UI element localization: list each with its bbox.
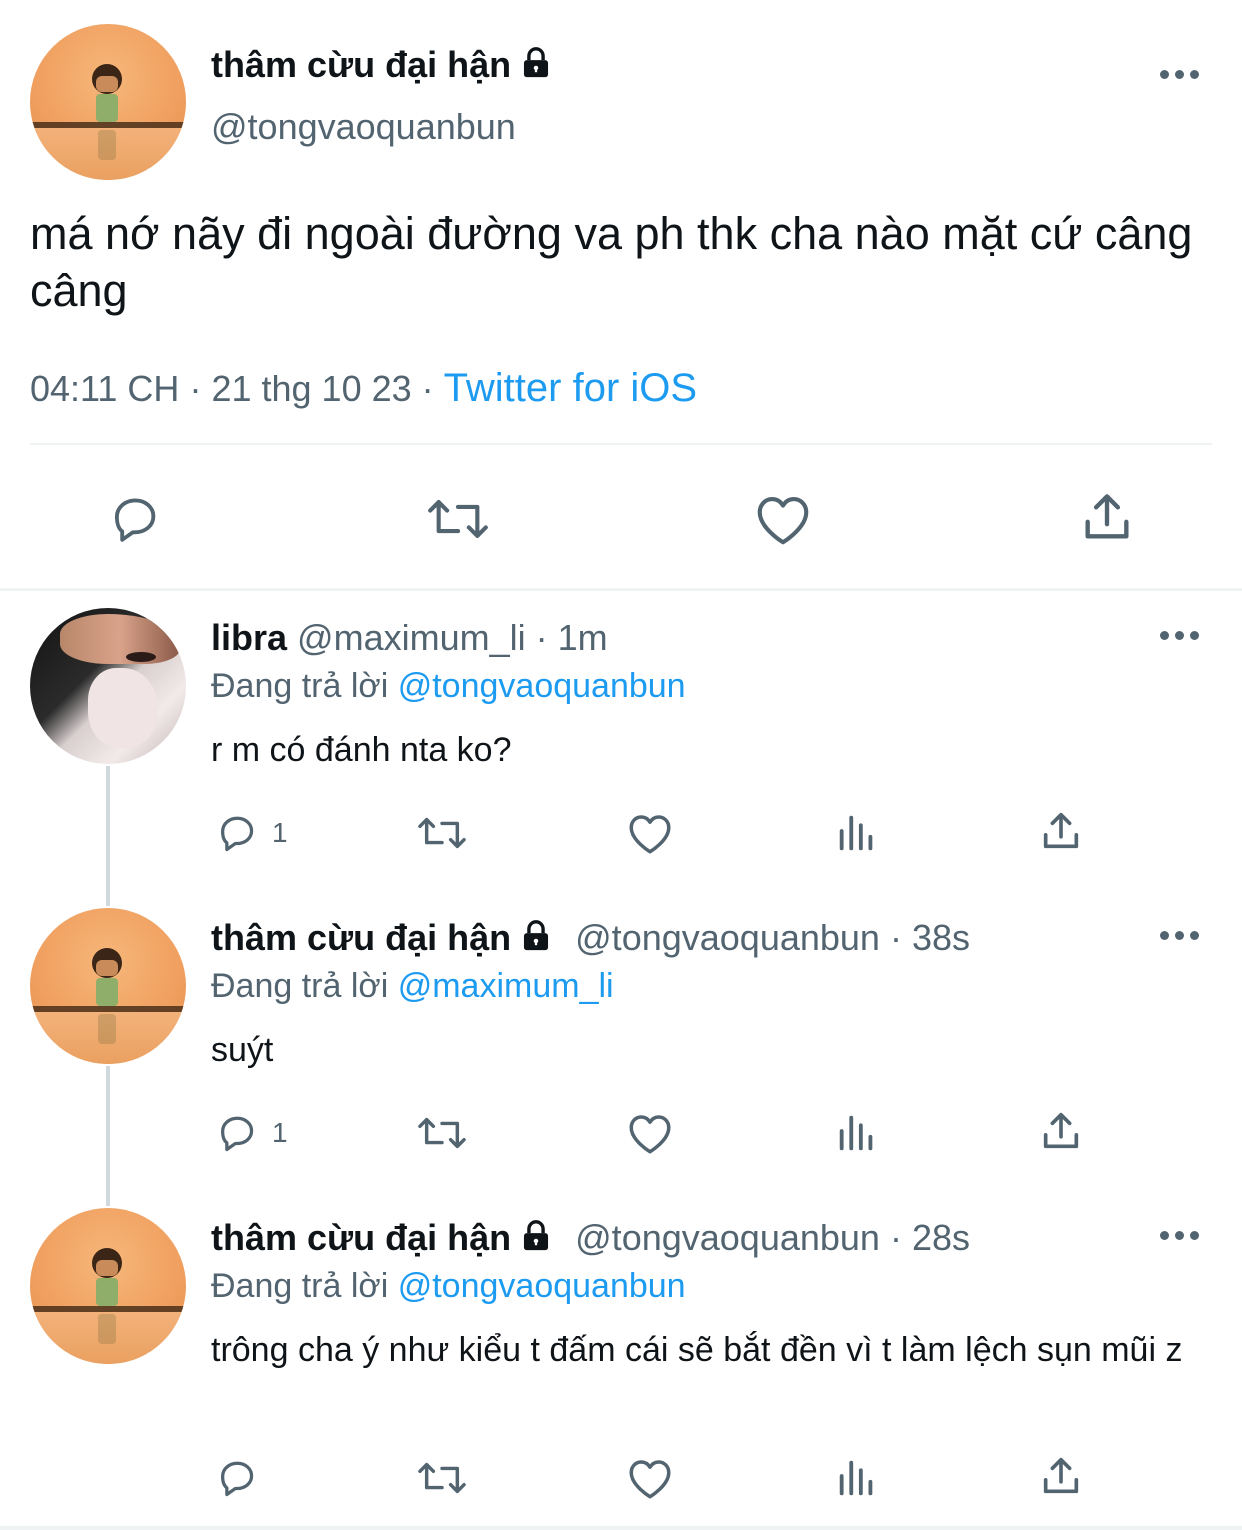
- tweet-date: 21 thg 10 23: [211, 368, 412, 409]
- meta-separator: ·: [889, 1217, 902, 1258]
- replying-to-link[interactable]: @maximum_li: [398, 967, 614, 1005]
- reply-avatar[interactable]: [30, 1208, 186, 1364]
- reply-header: libra @maximum_li · 1m: [211, 617, 608, 659]
- retweet-button[interactable]: [414, 810, 470, 856]
- like-button[interactable]: [625, 1455, 675, 1501]
- retweet-icon: [418, 1462, 466, 1494]
- reply-button[interactable]: 1: [214, 1110, 288, 1156]
- section-divider: [0, 588, 1242, 591]
- reply-time: 1m: [557, 617, 608, 658]
- reply-avatar[interactable]: [30, 908, 186, 1064]
- reply-time: 28s: [911, 1217, 971, 1258]
- retweet-icon: [418, 1117, 466, 1149]
- replying-to: Đang trả lời @tongvaoquanbun: [211, 1267, 686, 1306]
- reply-handle[interactable]: @maximum_li: [297, 617, 526, 658]
- replying-to-link[interactable]: @tongvaoquanbun: [398, 1267, 686, 1305]
- meta-separator: ·: [889, 917, 902, 958]
- reply-display-name[interactable]: libra: [211, 617, 287, 658]
- reply-icon: [220, 1116, 254, 1152]
- retweet-icon: [428, 500, 488, 538]
- reply-text: suýt: [211, 1031, 274, 1069]
- replying-prefix: Đang trả lời: [211, 967, 389, 1005]
- reply-handle[interactable]: @tongvaoquanbun: [575, 917, 880, 958]
- reply-icon: [220, 816, 254, 852]
- more-options-icon[interactable]: [1160, 631, 1199, 640]
- share-button[interactable]: [1038, 808, 1084, 854]
- reply-header: thâm cừu đại hận @tongvaoquanbun · 38s: [211, 917, 970, 959]
- share-button[interactable]: [1078, 488, 1136, 546]
- analytics-icon: [839, 1460, 873, 1496]
- replying-prefix: Đang trả lời: [211, 667, 389, 705]
- share-button[interactable]: [1038, 1108, 1084, 1154]
- share-icon: [1085, 494, 1129, 539]
- retweet-button[interactable]: [414, 1455, 470, 1501]
- tweet-detail-page: thâm cừu đại hận @tongvaoquanbun má nớ n…: [0, 0, 1242, 1530]
- like-button[interactable]: [625, 1110, 675, 1156]
- author-display-name: thâm cừu đại hận: [211, 44, 512, 85]
- author-name[interactable]: thâm cừu đại hận: [211, 44, 553, 86]
- reply-display-name[interactable]: thâm cừu đại hận: [211, 917, 511, 958]
- like-button[interactable]: [752, 490, 814, 548]
- divider: [30, 443, 1212, 445]
- reply-text: r m có đánh nta ko?: [211, 731, 512, 769]
- meta-separator: ·: [535, 617, 548, 658]
- like-icon: [629, 1460, 671, 1499]
- retweet-icon: [418, 817, 466, 849]
- reply-icon: [220, 1461, 254, 1497]
- replying-to: Đang trả lời @maximum_li: [211, 967, 614, 1006]
- more-options-icon[interactable]: [1160, 1231, 1199, 1240]
- meta-separator: ·: [189, 368, 202, 409]
- views-button[interactable]: [834, 1455, 880, 1501]
- share-icon: [1043, 1112, 1079, 1149]
- share-icon: [1043, 812, 1079, 849]
- like-icon: [757, 497, 809, 545]
- lock-icon: [519, 1219, 553, 1253]
- views-button[interactable]: [834, 1110, 880, 1156]
- views-button[interactable]: [834, 810, 880, 856]
- reply-handle[interactable]: @tongvaoquanbun: [575, 1217, 880, 1258]
- analytics-icon: [839, 1115, 873, 1151]
- tweet-text: má nớ nãy đi ngoài đường va ph thk cha n…: [30, 208, 1193, 316]
- meta-separator: ·: [421, 368, 434, 409]
- tweet-source-link[interactable]: Twitter for iOS: [444, 366, 697, 410]
- reply-button[interactable]: [214, 1455, 272, 1501]
- more-options-icon[interactable]: [1160, 931, 1199, 940]
- lock-icon: [519, 919, 553, 953]
- reply-button[interactable]: 1: [214, 810, 288, 856]
- reply-text: trông cha ý như kiểu t đấm cái sẽ bắt đề…: [211, 1331, 1183, 1369]
- author-avatar[interactable]: [30, 24, 186, 180]
- lock-icon: [519, 46, 553, 80]
- reply-icon: [114, 498, 156, 542]
- tweet-time: 04:11 CH: [30, 368, 180, 409]
- more-options-icon[interactable]: [1160, 70, 1199, 79]
- reply-count: 1: [272, 1117, 288, 1148]
- like-icon: [629, 1115, 671, 1154]
- share-button[interactable]: [1038, 1453, 1084, 1499]
- reply-count: 1: [272, 817, 288, 848]
- replying-to-link[interactable]: @tongvaoquanbun: [398, 667, 686, 705]
- reply-time: 38s: [911, 917, 971, 958]
- like-icon: [629, 815, 671, 854]
- retweet-button[interactable]: [414, 1110, 470, 1156]
- analytics-icon: [839, 815, 873, 851]
- replying-prefix: Đang trả lời: [211, 1267, 389, 1305]
- share-icon: [1043, 1457, 1079, 1494]
- reply-header: thâm cừu đại hận @tongvaoquanbun · 28s: [211, 1217, 970, 1259]
- tweet-meta: 04:11 CH · 21 thg 10 23 · Twitter for iO…: [30, 366, 697, 411]
- like-button[interactable]: [625, 810, 675, 856]
- section-divider: [0, 1526, 1242, 1530]
- author-handle[interactable]: @tongvaoquanbun: [211, 106, 516, 148]
- reply-display-name[interactable]: thâm cừu đại hận: [211, 1217, 511, 1258]
- reply-avatar[interactable]: [30, 608, 186, 764]
- reply-button[interactable]: [106, 490, 164, 548]
- thread-line: [106, 1066, 110, 1206]
- replying-to: Đang trả lời @tongvaoquanbun: [211, 667, 686, 706]
- thread-line: [106, 766, 110, 906]
- retweet-button[interactable]: [424, 490, 492, 548]
